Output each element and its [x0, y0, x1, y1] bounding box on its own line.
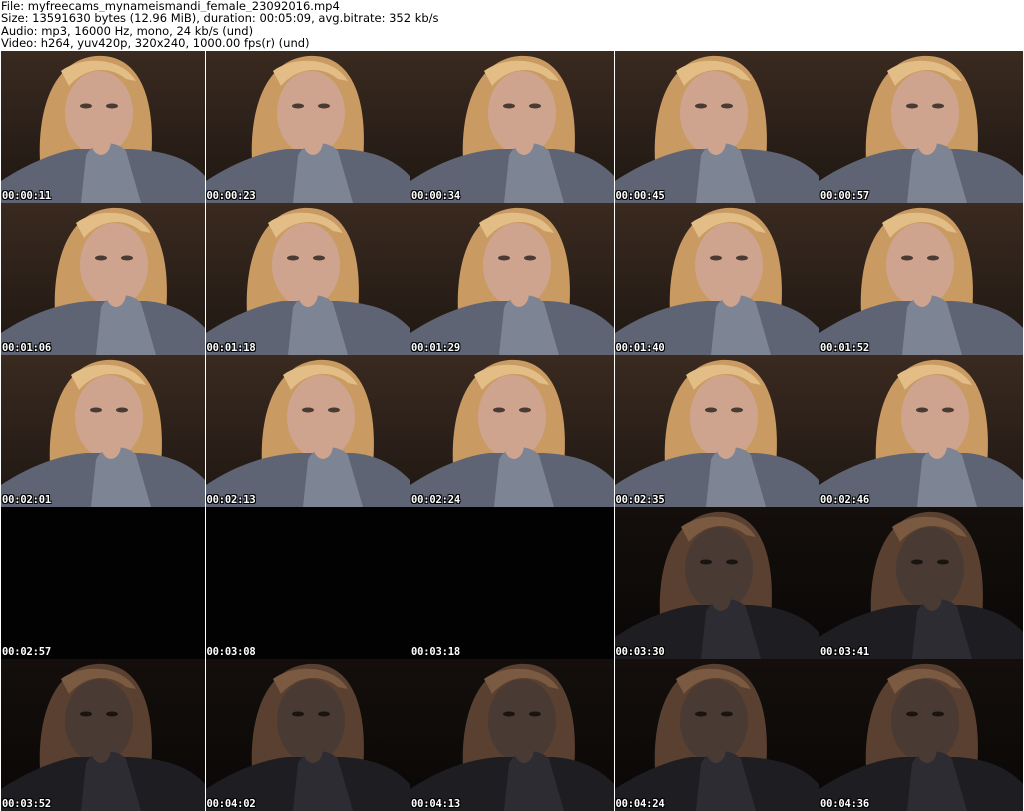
video-thumbnail: 00:04:36 [819, 659, 1023, 811]
thumbnail-timestamp: 00:02:35 [615, 494, 665, 506]
video-thumbnail: 00:01:29 [410, 203, 614, 355]
video-thumbnail: 00:03:08 [205, 507, 410, 659]
video-thumbnail: 00:02:24 [410, 355, 614, 507]
thumbnail-timestamp: 00:00:11 [2, 190, 51, 202]
thumbnail-timestamp: 00:01:29 [411, 342, 460, 354]
thumbnail-timestamp: 00:04:13 [411, 798, 460, 810]
video-thumbnail: 00:01:06 [1, 203, 205, 355]
thumbnail-timestamp: 00:03:41 [820, 646, 869, 658]
webcam-frame-image [1, 355, 205, 507]
file-info-header: File: myfreecams_mynameismandi_female_23… [1, 0, 1021, 50]
thumbnail-timestamp: 00:03:52 [2, 798, 51, 810]
webcam-frame-image [819, 355, 1023, 507]
webcam-frame-image [205, 659, 410, 811]
video-thumbnail: 00:00:45 [614, 51, 819, 203]
video-info-line: Video: h264, yuv420p, 320x240, 1000.00 f… [1, 37, 310, 50]
webcam-frame-image [1, 51, 205, 203]
thumbnail-grid: 00:00:11 00:00:23 00:00:34 00:00:45 00:00:57… [1, 51, 1023, 811]
webcam-frame-image [614, 51, 819, 203]
video-thumbnail: 00:03:52 [1, 659, 205, 811]
video-thumbnail: 00:01:52 [819, 203, 1023, 355]
thumbnail-timestamp: 00:00:57 [820, 190, 869, 202]
file-size-line: Size: 13591630 bytes (12.96 MiB), durati… [1, 12, 439, 25]
thumbnail-timestamp: 00:02:57 [2, 646, 51, 658]
thumbnail-timestamp: 00:02:24 [411, 494, 460, 506]
thumbnail-timestamp: 00:02:46 [820, 494, 869, 506]
video-thumbnail: 00:00:34 [410, 51, 614, 203]
video-thumbnail: 00:02:57 [1, 507, 205, 659]
video-thumbnail: 00:00:57 [819, 51, 1023, 203]
thumbnail-timestamp: 00:00:34 [411, 190, 460, 202]
video-thumbnail: 00:03:30 [614, 507, 819, 659]
video-thumbnail: 00:02:13 [205, 355, 410, 507]
video-thumbnail: 00:02:46 [819, 355, 1023, 507]
thumbnail-timestamp: 00:04:02 [206, 798, 256, 810]
thumbnail-timestamp: 00:00:23 [206, 190, 256, 202]
thumbnail-timestamp: 00:02:13 [206, 494, 256, 506]
video-thumbnail: 00:01:18 [205, 203, 410, 355]
webcam-frame-image [205, 355, 410, 507]
webcam-frame-image [614, 507, 819, 659]
thumbnail-timestamp: 00:01:06 [2, 342, 51, 354]
thumbnail-timestamp: 00:01:18 [206, 342, 256, 354]
video-thumbnail: 00:01:40 [614, 203, 819, 355]
webcam-frame-image [205, 51, 410, 203]
video-thumbnail: 00:04:13 [410, 659, 614, 811]
webcam-frame-image [205, 203, 410, 355]
webcam-frame-image [819, 507, 1023, 659]
webcam-frame-image [614, 659, 819, 811]
webcam-frame-image [410, 51, 614, 203]
webcam-frame-image [819, 659, 1023, 811]
webcam-frame-image [614, 355, 819, 507]
thumbnail-timestamp: 00:03:30 [615, 646, 665, 658]
thumbnail-timestamp: 00:01:52 [820, 342, 869, 354]
webcam-frame-image [1, 203, 205, 355]
video-thumbnail: 00:02:35 [614, 355, 819, 507]
webcam-frame-image [819, 51, 1023, 203]
thumbnail-timestamp: 00:03:18 [411, 646, 460, 658]
webcam-frame-image [614, 203, 819, 355]
thumbnail-timestamp: 00:02:01 [2, 494, 51, 506]
video-thumbnail: 00:03:41 [819, 507, 1023, 659]
webcam-frame-image [819, 203, 1023, 355]
video-thumbnail: 00:02:01 [1, 355, 205, 507]
thumbnail-timestamp: 00:04:24 [615, 798, 665, 810]
video-thumbnail: 00:03:18 [410, 507, 614, 659]
video-thumbnail: 00:04:24 [614, 659, 819, 811]
file-name-line: File: myfreecams_mynameismandi_female_23… [1, 0, 340, 13]
video-thumbnail: 00:04:02 [205, 659, 410, 811]
thumbnail-timestamp: 00:00:45 [615, 190, 665, 202]
webcam-frame-image [410, 355, 614, 507]
thumbnail-timestamp: 00:01:40 [615, 342, 665, 354]
video-thumbnail: 00:00:23 [205, 51, 410, 203]
thumbnail-timestamp: 00:04:36 [820, 798, 869, 810]
webcam-frame-image [410, 203, 614, 355]
webcam-frame-image [410, 659, 614, 811]
audio-info-line: Audio: mp3, 16000 Hz, mono, 24 kb/s (und… [1, 24, 254, 38]
video-thumbnail: 00:00:11 [1, 51, 205, 203]
thumbnail-timestamp: 00:03:08 [206, 646, 256, 658]
webcam-frame-image [1, 659, 205, 811]
